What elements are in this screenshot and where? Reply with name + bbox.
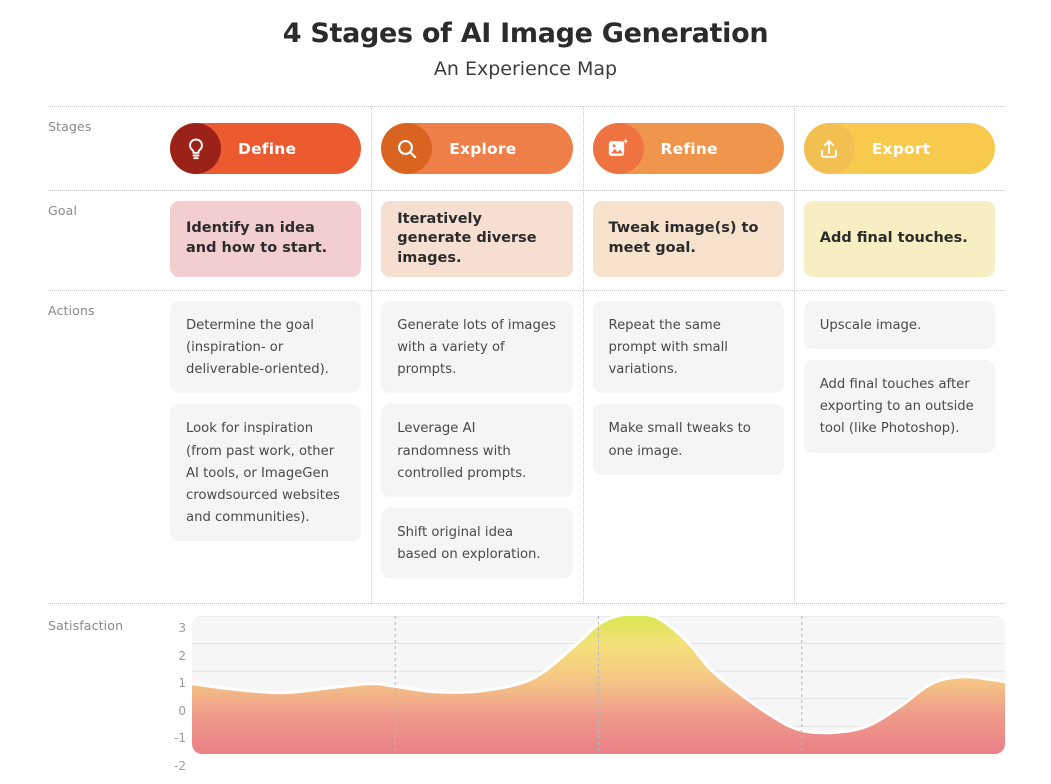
stage-column-export: Export [793,106,1005,191]
actions-column-define: Determine the goal (inspiration- or deli… [160,291,371,603]
stage-pill-refine[interactable]: Refine [592,123,784,174]
goal-text: Tweak image(s) to meet goal. [608,220,759,256]
stage-pill-label: Explore [449,139,517,158]
goal-column-export: Add final touches. [793,190,1005,291]
chart-y-tick: 1 [178,676,186,691]
chart-y-tick: 0 [178,703,186,718]
goal-columns: Identify an idea and how to start. Itera… [160,190,1005,291]
action-card: Shift original idea based on exploration… [381,507,573,578]
actions-column-refine: Repeat the same prompt with small variat… [582,290,794,604]
action-text: Leverage AI randomness with controlled p… [397,421,527,481]
goal-column-define: Identify an idea and how to start. [160,191,371,290]
action-text: Make small tweaks to one image. [608,421,751,459]
actions-columns: Determine the goal (inspiration- or deli… [160,290,1005,604]
action-card: Leverage AI randomness with controlled p… [381,404,573,497]
search-icon [381,123,433,174]
stage-pill-define[interactable]: Define [170,123,362,174]
row-label-actions: Actions [48,303,95,318]
stage-pill-export[interactable]: Export [803,123,995,174]
action-text: Generate lots of images with a variety o… [397,318,556,378]
chart-y-tick: 2 [178,648,186,663]
stage-pill-label: Refine [660,139,718,158]
goal-card: Add final touches. [803,201,995,277]
stage-column-refine: Refine [582,106,794,191]
goal-card: Identify an idea and how to start. [170,201,362,277]
row-label-satisfaction: Satisfaction [48,618,124,633]
row-satisfaction: Satisfaction 3 2 1 0 -1 -2 [48,603,1005,773]
stage-column-explore: Explore [371,106,582,191]
action-text: Shift original idea based on exploration… [397,524,541,562]
action-card: Upscale image. [803,301,995,350]
goal-card: Tweak image(s) to meet goal. [592,201,784,277]
action-text: Look for inspiration (from past work, ot… [186,421,340,525]
stage-pill-explore[interactable]: Explore [381,123,573,174]
page-title: 4 Stages of AI Image Generation [282,18,769,49]
action-card: Determine the goal (inspiration- or deli… [170,301,362,394]
actions-column-export: Upscale image. Add final touches after ex… [793,290,1005,604]
action-card: Generate lots of images with a variety o… [381,301,573,394]
stage-pill-label: Export [871,139,931,158]
experience-map-board: Stages Define Explore Refine Export Goal… [48,106,1005,773]
chart-plot-area [192,616,1005,754]
image-sparkle-icon [592,123,644,174]
satisfaction-chart: 3 2 1 0 -1 -2 [160,604,1005,773]
page-header: 4 Stages of AI Image Generation An Exper… [0,0,1051,80]
action-card: Make small tweaks to one image. [592,404,784,475]
stages-columns: Define Explore Refine Export [160,106,1005,191]
stage-pill-label: Define [238,139,297,158]
action-text: Repeat the same prompt with small variat… [608,318,728,378]
action-text: Determine the goal (inspiration- or deli… [186,318,330,378]
chart-y-axis: 3 2 1 0 -1 -2 [160,616,186,773]
action-text: Add final touches after exporting to an … [819,377,974,437]
goal-column-explore: Iteratively generate diverse images. [371,190,582,291]
goal-text: Iteratively generate diverse images. [397,210,537,266]
page-subtitle: An Experience Map [433,58,618,80]
chart-y-tick: -2 [174,759,186,773]
row-label-goal: Goal [48,203,78,218]
satisfaction-area-chart [192,616,1005,754]
row-goal: Goal Identify an idea and how to start. … [48,190,1005,291]
row-label-stages: Stages [48,119,92,134]
action-text: Upscale image. [819,318,922,333]
goal-column-refine: Tweak image(s) to meet goal. [582,190,794,291]
goal-text: Add final touches. [819,230,968,247]
chart-y-tick: 3 [178,621,186,635]
chart-y-tick: -1 [174,731,186,746]
action-card: Look for inspiration (from past work, ot… [170,404,362,541]
row-actions: Actions Determine the goal (inspiration-… [48,290,1005,604]
actions-column-explore: Generate lots of images with a variety o… [371,290,582,604]
goal-card: Iteratively generate diverse images. [381,201,573,277]
action-card: Add final touches after exporting to an … [803,360,995,453]
upload-icon [803,123,855,174]
stage-column-define: Define [160,107,371,190]
lightbulb-icon [170,123,221,174]
row-stages: Stages Define Explore Refine Export [48,106,1005,191]
action-card: Repeat the same prompt with small variat… [592,301,784,394]
goal-text: Identify an idea and how to start. [186,220,328,256]
